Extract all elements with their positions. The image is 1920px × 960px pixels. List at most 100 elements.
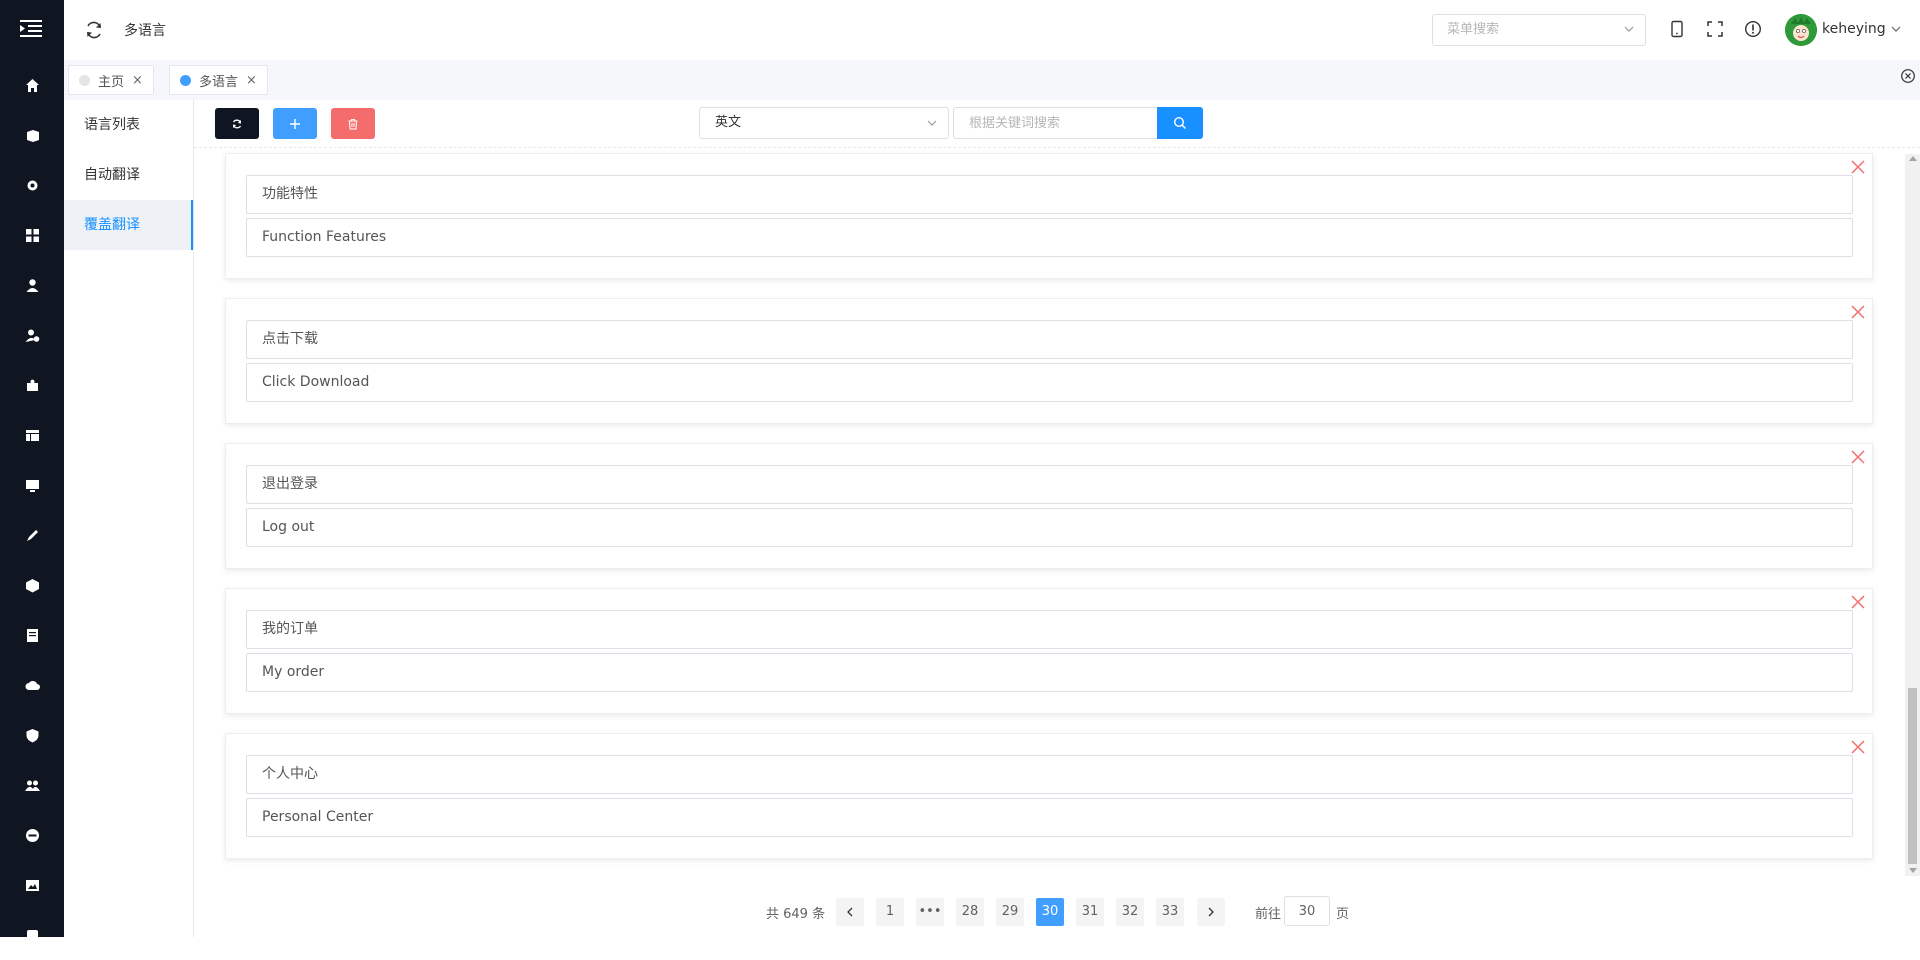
close-icon[interactable]: [1850, 594, 1866, 610]
submenu-item-override-translate[interactable]: 覆盖翻译: [64, 200, 193, 250]
translation-text-field[interactable]: Click Download: [246, 363, 1853, 402]
page-ellipsis[interactable]: •••: [916, 898, 944, 926]
toolbar: 英文: [194, 100, 1920, 148]
close-icon[interactable]: [1850, 304, 1866, 320]
delete-button[interactable]: [331, 108, 375, 139]
tab-multilang[interactable]: 多语言 ×: [169, 65, 268, 95]
minus-circle-icon: [25, 828, 39, 842]
tablet-icon[interactable]: [1668, 20, 1686, 38]
page-number-button[interactable]: 28: [956, 898, 984, 926]
image-icon: [25, 879, 39, 891]
page-number-button[interactable]: 29: [996, 898, 1024, 926]
top-header: 多语言 菜单搜索 keheying: [64, 0, 1920, 60]
fullscreen-icon[interactable]: [1706, 20, 1724, 38]
rail-nav-item[interactable]: [0, 360, 64, 410]
source-text-field[interactable]: 我的订单: [246, 610, 1853, 649]
translation-text-field[interactable]: My order: [246, 653, 1853, 692]
pagination: 共 649 条 1 ••• 28 29 30 31 32 33 前往 页: [0, 896, 1920, 926]
goto-page-input[interactable]: [1284, 896, 1330, 926]
translation-card: 退出登录 Log out: [225, 443, 1873, 569]
prev-page-button[interactable]: [836, 898, 864, 926]
tab-home[interactable]: 主页 ×: [68, 65, 154, 95]
page-title: 多语言: [124, 23, 166, 39]
rail-nav-item[interactable]: [0, 710, 64, 760]
next-page-button[interactable]: [1197, 898, 1225, 926]
language-select[interactable]: 英文: [699, 107, 949, 139]
close-icon[interactable]: [1850, 739, 1866, 755]
tab-status-dot: [180, 74, 191, 86]
close-icon[interactable]: [1850, 159, 1866, 175]
avatar-image-icon: [1785, 14, 1817, 46]
chevron-right-icon: [1208, 907, 1214, 917]
rail-nav-item[interactable]: [0, 210, 64, 260]
page-number-button[interactable]: 31: [1076, 898, 1104, 926]
rail-nav-item[interactable]: [0, 610, 64, 660]
left-rail: [0, 0, 64, 941]
username[interactable]: keheying: [1822, 21, 1886, 37]
rail-nav-item[interactable]: [0, 660, 64, 710]
refresh-icon[interactable]: [84, 20, 104, 40]
scroll-up-arrow-icon[interactable]: [1909, 156, 1917, 161]
group-icon: [24, 780, 40, 791]
translation-text-field[interactable]: Log out: [246, 508, 1853, 547]
plus-icon: [290, 118, 300, 129]
rail-nav-item[interactable]: [0, 410, 64, 460]
page-number-button[interactable]: 1: [876, 898, 904, 926]
tags-bar: 主页 × 多语言 ×: [64, 60, 1920, 100]
pagination-total: 共 649 条: [766, 907, 826, 922]
avatar[interactable]: [1785, 14, 1817, 46]
submenu: 语言列表 自动翻译 覆盖翻译: [64, 100, 194, 937]
page-number-button[interactable]: 33: [1156, 898, 1184, 926]
translation-card: 个人中心 Personal Center: [225, 733, 1873, 859]
rail-nav-item[interactable]: [0, 260, 64, 310]
translation-text-field[interactable]: Personal Center: [246, 798, 1853, 837]
rail-nav-item[interactable]: [0, 560, 64, 610]
tab-status-dot: [79, 74, 90, 86]
rail-nav-item[interactable]: [0, 510, 64, 560]
source-text-field[interactable]: 功能特性: [246, 175, 1853, 214]
tab-label: 多语言: [199, 74, 239, 90]
refresh-icon: [232, 119, 242, 128]
rail-nav-item[interactable]: [0, 810, 64, 860]
scroll-down-arrow-icon[interactable]: [1909, 868, 1917, 873]
source-text-field[interactable]: 退出登录: [246, 465, 1853, 504]
source-text-field[interactable]: 个人中心: [246, 755, 1853, 794]
submenu-item-label: 自动翻译: [84, 167, 140, 183]
menu-toggle-icon[interactable]: [18, 18, 46, 40]
goto-suffix: 页: [1336, 907, 1350, 922]
add-button[interactable]: [273, 108, 317, 139]
close-icon[interactable]: ×: [132, 73, 143, 88]
info-icon[interactable]: [1744, 20, 1762, 38]
close-icon[interactable]: [1850, 449, 1866, 465]
rail-nav-item[interactable]: [0, 110, 64, 160]
close-all-tabs-icon[interactable]: [1900, 68, 1916, 84]
submenu-item-language-list[interactable]: 语言列表: [64, 100, 193, 150]
rail-nav-item[interactable]: [0, 310, 64, 360]
search-button[interactable]: [1157, 107, 1203, 139]
goto-label: 前往: [1255, 907, 1282, 922]
shield-icon: [26, 728, 38, 742]
pen-icon: [26, 529, 38, 541]
scrollbar-thumb[interactable]: [1908, 688, 1917, 864]
source-text-field[interactable]: 点击下载: [246, 320, 1853, 359]
rail-nav-item[interactable]: [0, 760, 64, 810]
box-icon: [26, 129, 39, 142]
submenu-item-auto-translate[interactable]: 自动翻译: [64, 150, 193, 200]
language-select-value: 英文: [715, 115, 742, 130]
page-number-button[interactable]: 32: [1116, 898, 1144, 926]
keyword-search-input[interactable]: [953, 107, 1157, 139]
home-icon: [25, 78, 39, 92]
close-icon[interactable]: ×: [246, 73, 257, 88]
chevron-down-icon[interactable]: [1890, 23, 1902, 35]
refresh-button[interactable]: [215, 108, 259, 139]
menu-search-select[interactable]: 菜单搜索: [1432, 14, 1646, 46]
vertical-scrollbar[interactable]: [1905, 154, 1920, 876]
grid-icon: [25, 228, 39, 242]
submenu-item-label: 覆盖翻译: [84, 217, 140, 233]
page-number-button[interactable]: 30: [1036, 898, 1064, 926]
rail-nav-item[interactable]: [0, 460, 64, 510]
translation-text-field[interactable]: Function Features: [246, 218, 1853, 257]
rail-nav-item[interactable]: [0, 60, 64, 110]
rail-nav-item[interactable]: [0, 160, 64, 210]
translation-card: 点击下载 Click Download: [225, 298, 1873, 424]
